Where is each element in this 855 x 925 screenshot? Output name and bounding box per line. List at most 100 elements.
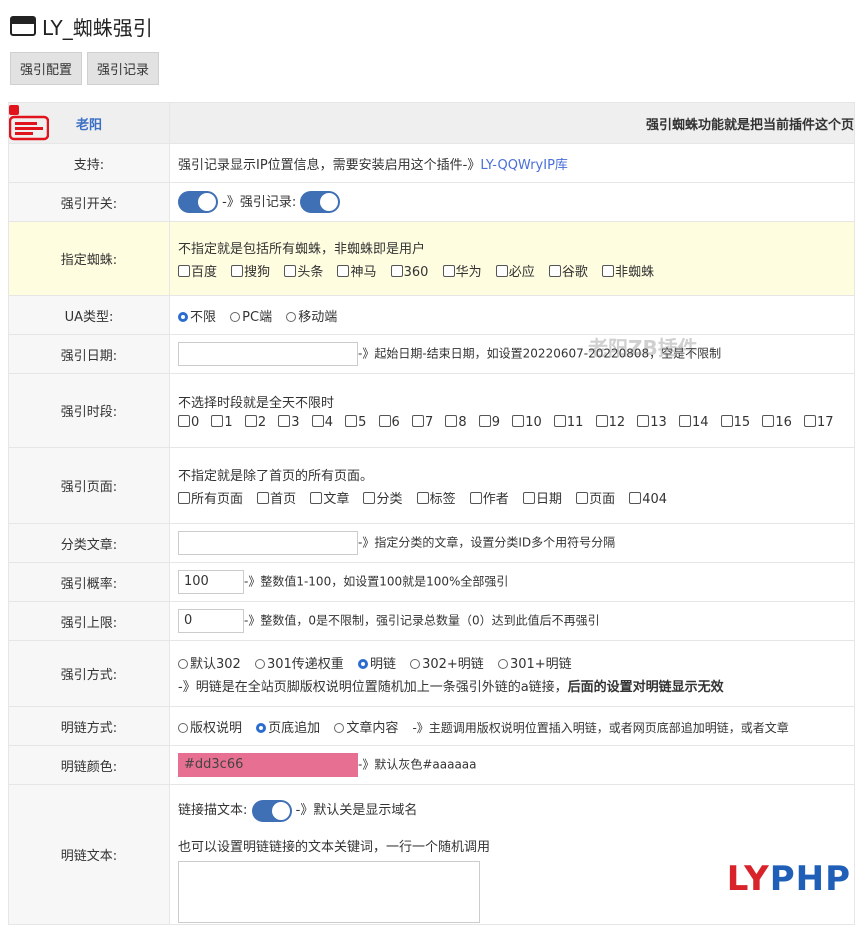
checkbox-icon[interactable] <box>553 414 566 427</box>
checkbox-option[interactable]: 日期 <box>522 488 562 507</box>
radio-icon[interactable] <box>410 658 421 669</box>
radio-option-301[interactable]: 301传递权重 <box>254 653 344 672</box>
checkbox-option[interactable]: 头条 <box>284 261 323 280</box>
checkbox-icon[interactable] <box>445 414 458 427</box>
checkbox-option[interactable]: 分类 <box>363 488 402 507</box>
radio-icon[interactable] <box>497 658 508 669</box>
checkbox-icon[interactable] <box>231 264 244 277</box>
prob-input[interactable]: 100 <box>178 570 244 594</box>
radio-option-article[interactable]: 文章内容 <box>334 717 398 736</box>
checkbox-icon[interactable] <box>416 491 429 504</box>
radio-option-all[interactable]: 不限 <box>178 306 216 325</box>
checkbox-icon[interactable] <box>178 414 190 427</box>
radio-icon[interactable] <box>254 658 265 669</box>
radio-icon[interactable] <box>286 311 297 322</box>
radio-option-pc[interactable]: PC端 <box>230 306 272 325</box>
checkbox-option[interactable]: 页面 <box>576 488 615 507</box>
checkbox-option[interactable]: 5 <box>345 414 366 430</box>
checkbox-option[interactable]: 华为 <box>442 261 482 280</box>
record-switch-toggle[interactable] <box>300 191 341 214</box>
checkbox-icon[interactable] <box>522 491 535 504</box>
radio-checked-icon[interactable] <box>357 658 368 669</box>
radio-checked-icon[interactable] <box>178 311 188 322</box>
checkbox-option[interactable]: 搜狗 <box>231 261 270 280</box>
checkbox-option[interactable]: 1 <box>211 414 233 430</box>
qqwry-link[interactable]: LY-QQWryIP库 <box>480 158 568 173</box>
checkbox-option[interactable]: 8 <box>445 414 467 430</box>
anchor-text-toggle[interactable] <box>251 799 292 822</box>
checkbox-option[interactable]: 神马 <box>337 261 376 280</box>
checkbox-icon[interactable] <box>678 414 691 427</box>
checkbox-icon[interactable] <box>178 264 190 277</box>
tab-records[interactable]: 强引记录 <box>87 52 160 85</box>
checkbox-option[interactable]: 10 <box>512 414 542 430</box>
radio-option-301-link[interactable]: 301+明链 <box>497 653 572 672</box>
checkbox-icon[interactable] <box>363 491 376 504</box>
checkbox-option[interactable]: 文章 <box>310 488 349 507</box>
checkbox-option[interactable]: 3 <box>278 414 300 430</box>
checkbox-icon[interactable] <box>576 491 589 504</box>
radio-option-footer[interactable]: 页底追加 <box>256 717 320 736</box>
checkbox-option[interactable]: 13 <box>637 414 667 430</box>
checkbox-option[interactable]: 首页 <box>257 488 296 507</box>
checkbox-icon[interactable] <box>595 414 608 427</box>
radio-icon[interactable] <box>178 722 188 733</box>
checkbox-icon[interactable] <box>762 414 775 427</box>
checkbox-icon[interactable] <box>390 264 403 277</box>
checkbox-icon[interactable] <box>629 491 642 504</box>
checkbox-icon[interactable] <box>411 414 424 427</box>
checkbox-icon[interactable] <box>337 264 350 277</box>
checkbox-option[interactable]: 百度 <box>178 261 217 280</box>
checkbox-option[interactable]: 16 <box>762 414 792 430</box>
radio-icon[interactable] <box>230 311 241 322</box>
checkbox-icon[interactable] <box>278 414 291 427</box>
radio-icon[interactable] <box>334 722 345 733</box>
checkbox-option[interactable]: 11 <box>553 414 583 430</box>
radio-icon[interactable] <box>178 658 188 669</box>
linktext-textarea[interactable] <box>178 860 480 923</box>
category-input[interactable] <box>178 531 358 555</box>
radio-option-mobile[interactable]: 移动端 <box>286 306 337 325</box>
radio-checked-icon[interactable] <box>256 722 267 733</box>
date-input[interactable] <box>178 342 358 366</box>
checkbox-option[interactable]: 4 <box>311 414 333 430</box>
checkbox-option[interactable]: 谷歌 <box>548 261 588 280</box>
checkbox-option[interactable]: 15 <box>720 414 750 430</box>
radio-option-302-link[interactable]: 302+明链 <box>410 653 484 672</box>
tab-config[interactable]: 强引配置 <box>10 52 83 85</box>
checkbox-option[interactable]: 6 <box>378 414 400 430</box>
checkbox-option[interactable]: 2 <box>244 414 266 430</box>
radio-option-302[interactable]: 默认302 <box>178 653 241 672</box>
checkbox-icon[interactable] <box>637 414 650 427</box>
checkbox-option[interactable]: 17 <box>804 414 834 430</box>
checkbox-icon[interactable] <box>178 491 190 504</box>
checkbox-icon[interactable] <box>512 414 525 427</box>
checkbox-icon[interactable] <box>602 264 615 277</box>
checkbox-icon[interactable] <box>442 264 455 277</box>
checkbox-icon[interactable] <box>495 264 508 277</box>
radio-option-plain-link[interactable]: 明链 <box>357 653 396 672</box>
checkbox-option[interactable]: 12 <box>595 414 625 430</box>
radio-option-copyright[interactable]: 版权说明 <box>178 717 242 736</box>
checkbox-icon[interactable] <box>469 491 482 504</box>
checkbox-option[interactable]: 404 <box>629 491 667 507</box>
checkbox-option[interactable]: 0 <box>178 414 199 430</box>
checkbox-option[interactable]: 非蜘蛛 <box>602 261 654 280</box>
checkbox-icon[interactable] <box>378 414 391 427</box>
checkbox-option[interactable]: 14 <box>678 414 709 430</box>
checkbox-icon[interactable] <box>310 491 323 504</box>
checkbox-icon[interactable] <box>257 491 270 504</box>
checkbox-icon[interactable] <box>548 264 561 277</box>
checkbox-icon[interactable] <box>720 414 733 427</box>
checkbox-option[interactable]: 所有页面 <box>178 488 243 507</box>
checkbox-icon[interactable] <box>478 414 491 427</box>
limit-input[interactable]: 0 <box>178 609 244 633</box>
checkbox-icon[interactable] <box>345 414 358 427</box>
checkbox-option[interactable]: 标签 <box>416 488 456 507</box>
checkbox-option[interactable]: 360 <box>390 264 428 280</box>
checkbox-option[interactable]: 必应 <box>495 261 535 280</box>
checkbox-icon[interactable] <box>311 414 324 427</box>
checkbox-icon[interactable] <box>244 414 257 427</box>
color-input[interactable]: #dd3c66 <box>178 753 358 777</box>
spider-switch-toggle[interactable] <box>178 191 218 214</box>
